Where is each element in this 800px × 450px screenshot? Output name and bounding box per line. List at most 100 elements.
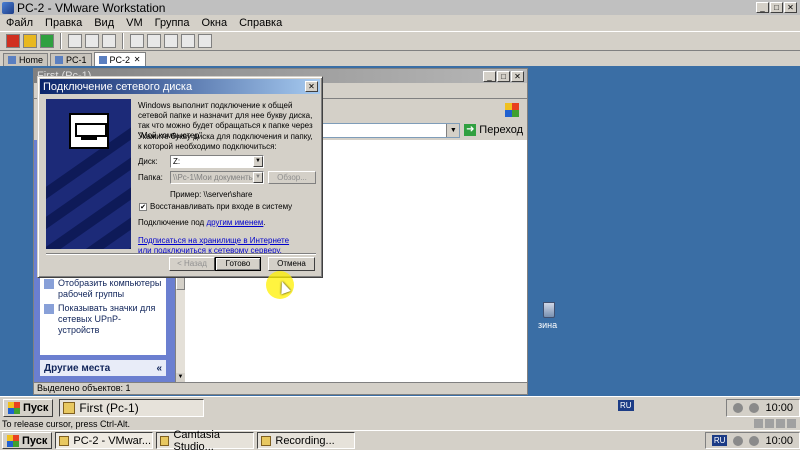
snapshot-manager-icon[interactable] <box>102 34 116 48</box>
host-system-tray: RU 10:00 <box>704 432 800 449</box>
menu-help[interactable]: Справка <box>239 17 282 29</box>
menu-view[interactable]: Вид <box>94 17 114 29</box>
taskbar-recording-button[interactable]: Recording... <box>257 432 356 449</box>
reset-icon[interactable] <box>40 34 54 48</box>
menu-file[interactable]: Файл <box>6 17 33 29</box>
host-start-button[interactable]: Пуск <box>2 432 53 449</box>
taskbar-explorer-button[interactable]: First (Pc-1) <box>59 398 205 417</box>
device-status-icon[interactable] <box>776 419 785 428</box>
taskbar-button-label: Recording... <box>275 434 335 447</box>
connect-as-prefix: Подключение под <box>138 218 207 227</box>
clock[interactable]: 10:00 <box>765 435 793 447</box>
close-button[interactable]: ✕ <box>784 2 797 13</box>
tab-label: PC-1 <box>66 55 87 65</box>
menu-vm[interactable]: VM <box>126 17 143 29</box>
other-user-link[interactable]: другим именем <box>206 218 263 227</box>
folder-label: Папка: <box>138 173 163 182</box>
disk-label: Диск: <box>138 157 158 166</box>
summary-view-icon[interactable] <box>181 34 195 48</box>
host-status-bar: To release cursor, press Ctrl-Alt. <box>0 418 800 430</box>
maximize-button[interactable]: □ <box>770 2 783 13</box>
task-show-workgroup[interactable]: Отобразить компьютеры рабочей группы <box>44 278 162 300</box>
device-status-icon[interactable] <box>787 419 796 428</box>
dialog-prompt-text: Укажите букву диска для подключения и па… <box>138 132 313 151</box>
menu-edit[interactable]: Правка <box>45 17 82 29</box>
start-label: Пуск <box>22 434 48 447</box>
back-button[interactable]: < Назад <box>169 257 215 271</box>
guest-desktop[interactable]: First (Pc-1) _ □ ✕ ▼ ➜ Переход <box>0 66 800 396</box>
task-show-upnp[interactable]: Показывать значки для сетевых UPnP-устро… <box>44 303 162 336</box>
example-text: Пример: \\server\share <box>170 190 253 199</box>
browse-button[interactable]: Обзор... <box>268 171 316 184</box>
quick-switch-icon[interactable] <box>147 34 161 48</box>
minimize-button[interactable]: _ <box>483 70 496 82</box>
vmware-icon <box>59 435 70 446</box>
scroll-down-icon[interactable]: ▼ <box>176 373 185 382</box>
map-network-drive-dialog: Подключение сетевого диска ✕ Windows вып… <box>37 76 323 299</box>
tab-pc-1[interactable]: PC-1 <box>50 53 92 66</box>
tray-app-icon[interactable] <box>749 435 760 446</box>
release-cursor-hint: To release cursor, press Ctrl-Alt. <box>2 419 131 429</box>
go-button[interactable]: ➜ Переход <box>464 124 523 136</box>
folder-select[interactable]: \\Pc-1\Мои документы ▼ <box>170 171 264 184</box>
guest-start-button[interactable]: Пуск <box>3 398 54 417</box>
tab-close-icon[interactable]: ✕ <box>133 55 141 64</box>
tab-pc-2[interactable]: PC-2 ✕ <box>93 52 147 66</box>
task-label: Показывать значки для сетевых UPnP-устро… <box>58 303 156 335</box>
maximize-button[interactable]: □ <box>497 70 510 82</box>
connect-as-text: Подключение под другим именем. <box>138 218 266 227</box>
network-status-icon[interactable] <box>733 402 744 413</box>
power-off-icon[interactable] <box>6 34 20 48</box>
fullscreen-icon[interactable] <box>164 34 178 48</box>
home-icon <box>8 56 16 64</box>
toolbar-separator <box>122 33 124 49</box>
vm-icon <box>55 56 64 64</box>
wizard-banner <box>46 99 131 249</box>
language-indicator[interactable]: RU <box>711 435 728 446</box>
other-places-header[interactable]: Другие места « <box>40 360 166 376</box>
language-indicator[interactable]: RU <box>618 400 634 411</box>
tray-app-icon[interactable] <box>733 435 744 446</box>
recycle-bin-label: зина <box>538 320 558 330</box>
reconnect-checkbox[interactable]: ✔ <box>139 203 147 211</box>
revert-snapshot-icon[interactable] <box>85 34 99 48</box>
chevron-down-icon[interactable]: ▼ <box>253 172 263 183</box>
chevron-down-icon[interactable]: ▼ <box>253 156 263 167</box>
go-label: Переход <box>479 124 523 136</box>
minimize-button[interactable]: _ <box>756 2 769 13</box>
console-view-icon[interactable] <box>198 34 212 48</box>
tab-home[interactable]: Home <box>3 53 49 66</box>
taskbar-vmware-button[interactable]: PC-2 - VMwar... <box>55 432 154 449</box>
folder-value: \\Pc-1\Мои документы <box>173 173 255 182</box>
toolbar-separator <box>60 33 62 49</box>
cancel-button[interactable]: Отмена <box>268 257 315 271</box>
tab-label: Home <box>19 55 44 65</box>
volume-icon[interactable] <box>749 402 760 413</box>
network-tasks-panel: Отобразить компьютеры рабочей группы Пок… <box>40 275 166 355</box>
explorer-status-bar: Выделено объектов: 1 <box>34 382 527 394</box>
device-status-icon[interactable] <box>754 419 763 428</box>
device-status-icon[interactable] <box>765 419 774 428</box>
taskbar-button-label: First (Pc-1) <box>79 400 139 415</box>
finish-button[interactable]: Готово <box>215 257 261 271</box>
close-button[interactable]: ✕ <box>511 70 524 82</box>
menu-team[interactable]: Группа <box>155 17 190 29</box>
sidebar-toggle-icon[interactable] <box>130 34 144 48</box>
disk-select[interactable]: Z: ▼ <box>170 155 264 168</box>
start-label: Пуск <box>23 401 49 414</box>
collapse-icon[interactable]: « <box>156 363 162 374</box>
dialog-close-button[interactable]: ✕ <box>305 81 318 92</box>
guest-taskbar: Пуск First (Pc-1) RU 10:00 <box>0 396 800 418</box>
vmware-app-icon <box>2 1 14 14</box>
suspend-icon[interactable] <box>23 34 37 48</box>
chevron-down-icon[interactable]: ▼ <box>446 123 460 137</box>
recycle-bin[interactable]: зина <box>528 302 557 330</box>
recycle-bin-icon <box>542 302 555 318</box>
dialog-title-bar[interactable]: Подключение сетевого диска ✕ <box>40 79 320 94</box>
menu-windows[interactable]: Окна <box>202 17 228 29</box>
reconnect-label[interactable]: Восстанавливать при входе в систему <box>150 202 292 212</box>
snapshot-icon[interactable] <box>68 34 82 48</box>
tab-label: PC-2 <box>109 54 131 65</box>
taskbar-camtasia-button[interactable]: Camtasia Studio... <box>156 429 255 450</box>
clock[interactable]: 10:00 <box>765 402 793 414</box>
